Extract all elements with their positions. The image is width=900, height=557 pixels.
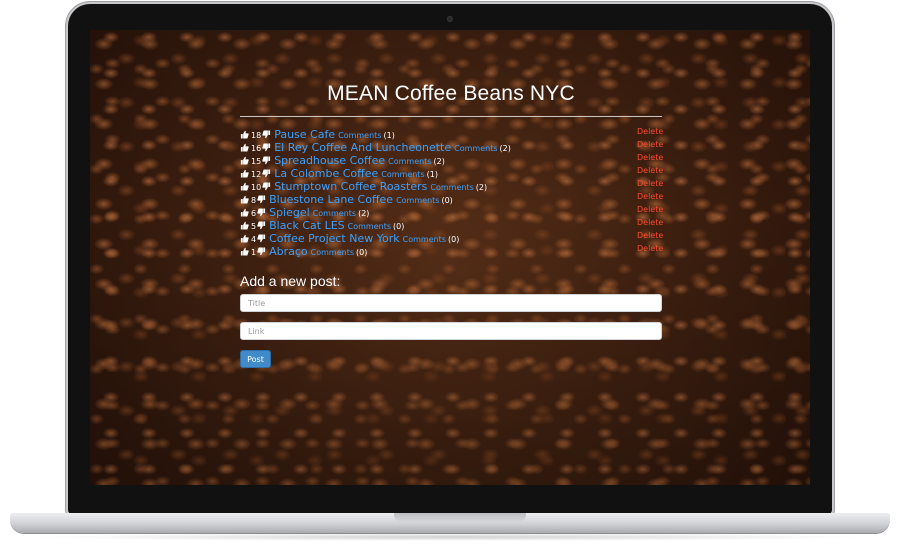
list-item: 16 El Rey Coffee And Luncheonette Comments…: [240, 138, 670, 154]
comment-count: (0): [356, 248, 368, 257]
upvote-count: 16: [251, 144, 262, 153]
post-title-link[interactable]: Coffee Project New York: [269, 232, 400, 245]
post-title-link[interactable]: Pause Cafe: [274, 128, 335, 141]
app-content: MEAN Coffee Beans NYC 18 Pause Cafe Commen…: [90, 30, 810, 485]
upvote-count: 1: [251, 248, 257, 257]
post-title-link[interactable]: La Colombe Coffee: [274, 167, 378, 180]
thumbs-down-icon[interactable]: [262, 143, 271, 152]
delete-link[interactable]: Delete: [637, 151, 663, 164]
list-item: 4 Coffee Project New York Comments (0) Delet…: [240, 229, 670, 245]
list-item: 15 Spreadhouse Coffee Comments (2) Delete: [240, 151, 670, 167]
comments-link[interactable]: Comments: [403, 235, 446, 244]
post-title-link[interactable]: Spiegel: [269, 206, 310, 219]
upvote-count: 4: [251, 235, 257, 244]
post-list: 18 Pause Cafe Comments (1) Delete 16 El Rey Co…: [240, 125, 670, 258]
page-title: MEAN Coffee Beans NYC: [327, 82, 575, 105]
thumbs-down-icon[interactable]: [262, 169, 271, 178]
camera-dot: [447, 16, 453, 22]
upvote-count: 6: [251, 209, 257, 218]
upvote-count: 8: [251, 196, 257, 205]
delete-link[interactable]: Delete: [637, 203, 663, 216]
thumbs-up-icon[interactable]: [240, 182, 249, 191]
thumbs-down-icon[interactable]: [262, 130, 271, 139]
comment-count: (2): [358, 209, 370, 218]
comments-link[interactable]: Comments: [338, 131, 381, 140]
title-input[interactable]: [240, 294, 662, 312]
laptop-mockup: MEAN Coffee Beans NYC 18 Pause Cafe Commen…: [0, 0, 900, 557]
delete-link[interactable]: Delete: [637, 125, 663, 138]
thumbs-down-icon[interactable]: [262, 182, 271, 191]
post-title-link[interactable]: Black Cat LES: [269, 219, 345, 232]
thumbs-up-icon[interactable]: [240, 234, 249, 243]
laptop-notch: [394, 513, 526, 522]
upvote-count: 5: [251, 222, 257, 231]
post-title-link[interactable]: Bluestone Lane Coffee: [269, 193, 393, 206]
delete-link[interactable]: Delete: [637, 177, 663, 190]
comments-link[interactable]: Comments: [396, 196, 439, 205]
new-post-heading: Add a new post:: [240, 273, 341, 289]
list-item: 10 Stumptown Coffee Roasters Comments (2) De…: [240, 177, 670, 193]
thumbs-down-icon[interactable]: [257, 195, 266, 204]
laptop-shadow: [30, 533, 870, 541]
upvote-count: 12: [251, 170, 262, 179]
thumbs-up-icon[interactable]: [240, 247, 249, 256]
upvote-count: 10: [251, 183, 262, 192]
thumbs-up-icon[interactable]: [240, 169, 249, 178]
list-item: 8 Bluestone Lane Coffee Comments (0) Delete: [240, 190, 670, 206]
upvote-count: 15: [251, 157, 262, 166]
delete-link[interactable]: Delete: [637, 216, 663, 229]
thumbs-down-icon[interactable]: [257, 208, 266, 217]
comment-count: (2): [475, 183, 488, 192]
thumbs-down-icon[interactable]: [257, 247, 266, 256]
list-item: 5 Black Cat LES Comments (0) Delete: [240, 216, 670, 232]
thumbs-up-icon[interactable]: [240, 221, 249, 230]
list-item: 18 Pause Cafe Comments (1) Delete: [240, 125, 670, 141]
list-item: 12 La Colombe Coffee Comments (1) Delete: [240, 164, 670, 180]
comment-count: (0): [393, 222, 405, 231]
delete-link[interactable]: Delete: [637, 242, 663, 255]
thumbs-up-icon[interactable]: [240, 208, 249, 217]
delete-link[interactable]: Delete: [637, 138, 663, 151]
comments-link[interactable]: Comments: [430, 183, 473, 192]
delete-link[interactable]: Delete: [637, 229, 663, 242]
thumbs-down-icon[interactable]: [257, 234, 266, 243]
comment-count: (0): [441, 196, 453, 205]
comments-link[interactable]: Comments: [311, 248, 354, 257]
screen: MEAN Coffee Beans NYC 18 Pause Cafe Commen…: [90, 30, 810, 485]
comments-link[interactable]: Comments: [348, 222, 391, 231]
title-divider: [240, 116, 662, 117]
laptop-base: [10, 513, 890, 533]
thumbs-up-icon[interactable]: [240, 195, 249, 204]
post-title-link[interactable]: Stumptown Coffee Roasters: [274, 180, 427, 193]
comments-link[interactable]: Comments: [381, 170, 424, 179]
comment-count: (2): [433, 157, 445, 166]
post-button[interactable]: Post: [240, 350, 271, 368]
list-item: 1 Abraço Comments (0) Delete: [240, 242, 670, 258]
comments-link[interactable]: Comments: [454, 144, 497, 153]
thumbs-up-icon[interactable]: [240, 143, 249, 152]
thumbs-up-icon[interactable]: [240, 156, 249, 165]
comment-count: (1): [383, 131, 395, 140]
comment-count: (0): [448, 235, 460, 244]
post-title-link[interactable]: Spreadhouse Coffee: [274, 154, 385, 167]
delete-link[interactable]: Delete: [637, 164, 663, 177]
upvote-count: 18: [251, 131, 262, 140]
delete-link[interactable]: Delete: [637, 190, 663, 203]
thumbs-up-icon[interactable]: [240, 130, 249, 139]
comments-link[interactable]: Comments: [313, 209, 356, 218]
comments-link[interactable]: Comments: [388, 157, 431, 166]
comment-count: (1): [426, 170, 438, 179]
post-title-link[interactable]: El Rey Coffee And Luncheonette: [274, 141, 451, 154]
list-item: 6 Spiegel Comments (2) Delete: [240, 203, 670, 219]
thumbs-down-icon[interactable]: [257, 221, 266, 230]
link-input[interactable]: [240, 322, 662, 340]
comment-count: (2): [499, 144, 511, 153]
post-title-link[interactable]: Abraço: [269, 245, 308, 258]
thumbs-down-icon[interactable]: [262, 156, 271, 165]
